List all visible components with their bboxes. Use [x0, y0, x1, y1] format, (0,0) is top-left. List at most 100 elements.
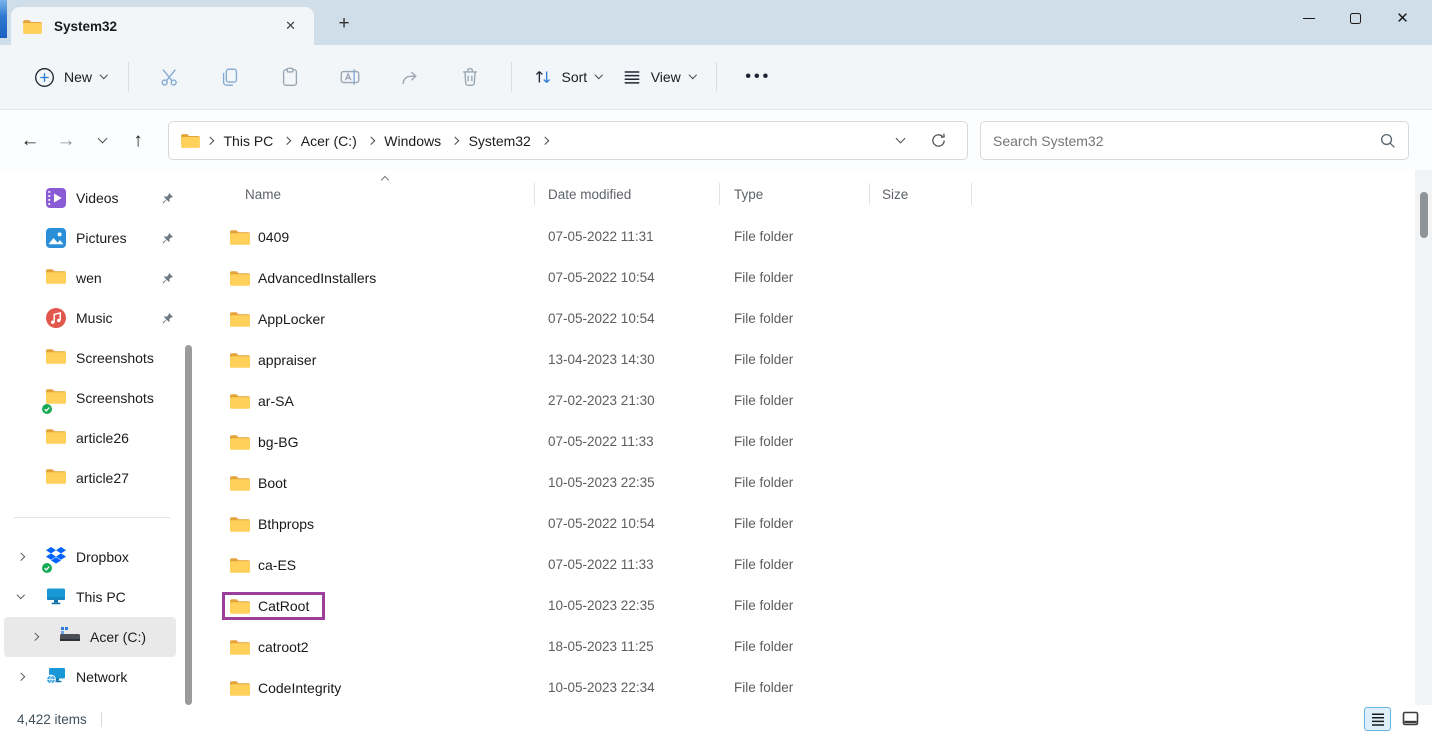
large-icons-view-button[interactable] — [1397, 707, 1424, 731]
view-button[interactable]: View — [612, 59, 706, 95]
chevron-right-icon — [206, 137, 214, 145]
rename-button[interactable] — [326, 58, 374, 96]
sidebar-item-network[interactable]: Network — [0, 657, 200, 697]
sidebar-scrollbar[interactable] — [185, 345, 192, 705]
sidebar-item-acer-c[interactable]: Acer (C:) — [4, 617, 176, 657]
sidebar-item-screenshots-2[interactable]: Screenshots — [0, 378, 200, 418]
forward-button[interactable]: → — [48, 124, 84, 158]
videos-icon — [46, 188, 67, 208]
chevron-right-icon — [367, 137, 375, 145]
navigation-bar: ← → ↑ This PC Acer (C:) Windows System32 — [0, 111, 1432, 170]
tab-system32[interactable]: System32 ✕ — [11, 7, 314, 45]
file-row-0409[interactable]: 0409 07-05-2022 11:31 File folder — [200, 216, 1415, 257]
chevron-right-icon[interactable] — [17, 673, 25, 681]
folder-icon — [230, 434, 250, 450]
paste-button[interactable] — [266, 58, 314, 96]
close-button[interactable]: ✕ — [1379, 2, 1426, 34]
sidebar-item-this-pc[interactable]: This PC — [0, 577, 200, 617]
scrollbar-thumb[interactable] — [1420, 192, 1428, 238]
paste-icon — [279, 66, 301, 88]
folder-icon — [46, 468, 67, 488]
file-list: Name Date modified Type Size 0409 07-05-… — [200, 170, 1415, 705]
rename-icon — [339, 66, 361, 88]
search-input[interactable] — [993, 133, 1379, 149]
address-bar[interactable]: This PC Acer (C:) Windows System32 — [168, 121, 968, 160]
file-row-bg-bg[interactable]: bg-BG 07-05-2022 11:33 File folder — [200, 421, 1415, 462]
file-row-boot[interactable]: Boot 10-05-2023 22:35 File folder — [200, 462, 1415, 503]
breadcrumb-acer-c[interactable]: Acer (C:) — [297, 129, 361, 153]
ellipsis-icon: ••• — [745, 68, 771, 86]
folder-icon — [230, 393, 250, 409]
file-row-applocker[interactable]: AppLocker 07-05-2022 10:54 File folder — [200, 298, 1415, 339]
highlight-box: CatRoot — [222, 592, 325, 620]
sidebar-item-pictures[interactable]: Pictures — [0, 218, 200, 258]
file-row-ar-sa[interactable]: ar-SA 27-02-2023 21:30 File folder — [200, 380, 1415, 421]
pin-icon — [161, 312, 174, 325]
copy-button[interactable] — [206, 58, 254, 96]
refresh-icon[interactable] — [930, 132, 947, 149]
sort-button[interactable]: Sort — [523, 59, 612, 95]
folder-icon — [230, 680, 250, 696]
column-headers: Name Date modified Type Size — [200, 176, 1415, 212]
pictures-icon — [46, 228, 67, 248]
sidebar-item-wen[interactable]: wen — [0, 258, 200, 298]
file-row-appraiser[interactable]: appraiser 13-04-2023 14:30 File folder — [200, 339, 1415, 380]
share-button[interactable] — [386, 58, 434, 96]
large-icons-view-icon — [1402, 711, 1419, 727]
sidebar-item-dropbox[interactable]: Dropbox — [0, 537, 200, 577]
sidebar-item-screenshots-1[interactable]: Screenshots — [0, 338, 200, 378]
sidebar-item-videos[interactable]: Videos — [0, 178, 200, 218]
breadcrumb-this-pc[interactable]: This PC — [220, 129, 278, 153]
chevron-right-icon[interactable] — [31, 633, 39, 641]
maximize-button[interactable] — [1332, 2, 1379, 34]
breadcrumb-windows[interactable]: Windows — [380, 129, 445, 153]
file-list-scrollbar[interactable] — [1415, 170, 1432, 705]
address-dropdown-icon[interactable] — [896, 134, 906, 144]
file-row-ca-es[interactable]: ca-ES 07-05-2022 11:33 File folder — [200, 544, 1415, 585]
column-header-size[interactable]: Size — [870, 176, 972, 212]
column-header-type[interactable]: Type — [720, 176, 870, 212]
up-button[interactable]: ↑ — [120, 124, 156, 158]
file-row-codeintegrity[interactable]: CodeIntegrity 10-05-2023 22:34 File fold… — [200, 667, 1415, 708]
folder-icon — [23, 19, 42, 34]
new-tab-button[interactable]: + — [331, 11, 357, 37]
chevron-down-icon — [100, 71, 108, 79]
details-view-button[interactable] — [1364, 707, 1391, 731]
background-window-edge — [0, 0, 7, 38]
sync-check-badge-icon — [42, 560, 52, 570]
chevron-right-icon[interactable] — [17, 553, 25, 561]
breadcrumb-system32[interactable]: System32 — [465, 129, 535, 153]
file-row-catroot[interactable]: CatRoot 10-05-2023 22:35 File folder — [200, 585, 1415, 626]
column-header-date-modified[interactable]: Date modified — [535, 176, 720, 212]
back-button[interactable]: ← — [12, 124, 48, 158]
folder-icon — [46, 428, 67, 448]
sync-check-badge-icon — [42, 401, 52, 411]
file-row-advancedinstallers[interactable]: AdvancedInstallers 07-05-2022 10:54 File… — [200, 257, 1415, 298]
folder-icon — [230, 311, 250, 327]
plus-circle-icon — [34, 67, 55, 88]
folder-icon — [230, 229, 250, 245]
file-row-catroot2[interactable]: catroot2 18-05-2023 11:25 File folder — [200, 626, 1415, 667]
recent-locations-button[interactable] — [84, 124, 120, 158]
tab-bar: System32 ✕ + ✕ — [0, 0, 1432, 45]
view-icon — [622, 67, 642, 87]
tab-close-icon[interactable]: ✕ — [285, 18, 296, 34]
tab-title: System32 — [54, 19, 117, 34]
cut-button[interactable] — [146, 58, 194, 96]
delete-button[interactable] — [446, 58, 494, 96]
see-more-button[interactable]: ••• — [734, 58, 782, 96]
column-header-name[interactable]: Name — [200, 176, 535, 212]
file-row-bthprops[interactable]: Bthprops 07-05-2022 10:54 File folder — [200, 503, 1415, 544]
search-icon[interactable] — [1379, 132, 1396, 149]
sidebar-item-music[interactable]: Music — [0, 298, 200, 338]
folder-icon — [230, 557, 250, 573]
sidebar-item-article26[interactable]: article26 — [0, 418, 200, 458]
chevron-down-icon — [689, 71, 697, 79]
pin-icon — [161, 192, 174, 205]
chevron-down-icon[interactable] — [17, 591, 25, 599]
search-box[interactable] — [980, 121, 1409, 160]
new-button[interactable]: New — [24, 59, 117, 96]
file-explorer-window: System32 ✕ + ✕ New — [0, 0, 1432, 733]
minimize-button[interactable] — [1285, 2, 1332, 34]
sidebar-item-article27[interactable]: article27 — [0, 458, 200, 498]
